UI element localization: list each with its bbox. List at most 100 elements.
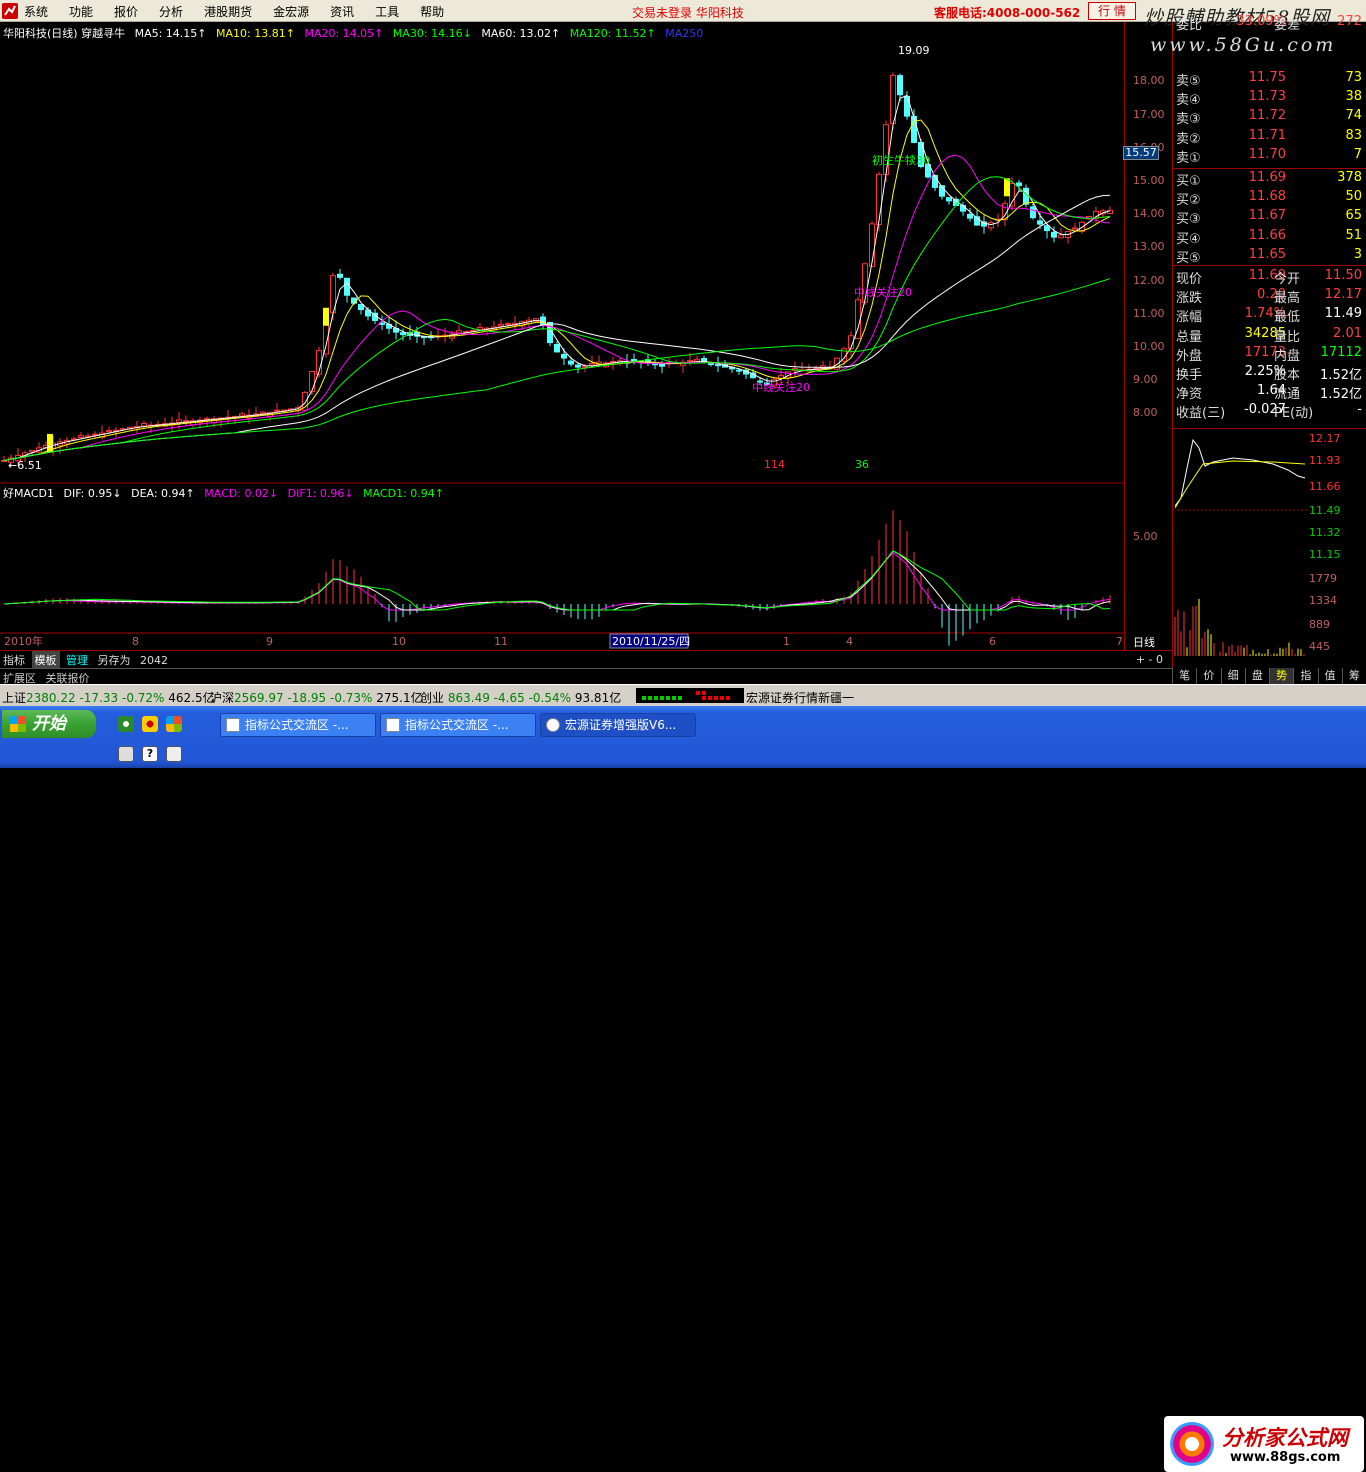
candle-body	[1058, 234, 1064, 239]
right-panel-tabs: 笔 价 细 盘 势 指 值 筹	[1172, 668, 1366, 684]
bid-row[interactable]: 买② 11.68 50	[1174, 189, 1366, 208]
ma10-label: MA10: 13.81↑	[216, 27, 295, 40]
index-amount: 275.1亿	[376, 691, 423, 705]
signal-label-3: 中线关注20	[752, 380, 810, 394]
row-value-2: 73	[1345, 70, 1362, 85]
zoom-controls[interactable]: + - 0	[1133, 652, 1166, 667]
menu-help[interactable]: 帮助	[420, 3, 444, 20]
candle-body	[239, 413, 245, 417]
quote-row[interactable]: 净资 1.64 流通 1.52亿	[1174, 383, 1366, 402]
row-label-2: 股本	[1274, 368, 1301, 383]
rtab-chips[interactable]: 筹	[1341, 668, 1366, 684]
tab-template[interactable]: 模板	[31, 651, 60, 669]
index-chinext[interactable]: 创业 863.49 -4.65 -0.54% 93.81亿	[420, 689, 621, 706]
quote-button[interactable]: 行 情	[1088, 2, 1136, 20]
menu-news[interactable]: 资讯	[330, 3, 354, 20]
quote-row[interactable]: 现价 11.69 今开 11.50	[1174, 268, 1366, 287]
taskbar-item-active[interactable]: 宏源证券增强版V6...	[540, 713, 696, 737]
menu-system[interactable]: 系统	[24, 3, 48, 20]
help-icon[interactable]: ?	[142, 746, 158, 762]
timeframe-label[interactable]: 日线	[1133, 634, 1155, 650]
quote-row[interactable]: 涨跌 0.20 最高 12.17	[1174, 287, 1366, 306]
kline-svg[interactable]: 19.09←6.51初生牛犊30中线关注20中线关注20114 362010年 8 9…	[0, 22, 1124, 650]
start-button[interactable]: 开始	[2, 710, 96, 738]
ask-row[interactable]: 卖① 11.70 7	[1174, 146, 1366, 166]
count-label-1: 114	[764, 458, 785, 471]
rtab-detail[interactable]: 细	[1220, 668, 1245, 684]
quote-row[interactable]: 涨幅 1.74% 最低 11.49	[1174, 306, 1366, 325]
bid-row[interactable]: 买④ 11.66 51	[1174, 228, 1366, 247]
quicklaunch-windows-icon[interactable]	[166, 716, 182, 732]
index-hushen[interactable]: 沪深2569.97 -18.95 -0.73% 275.1亿	[210, 689, 423, 706]
row-label-2: 委差	[1274, 18, 1301, 33]
kline-chart-area[interactable]: 19.09 ←6.51 初生牛犊30 中线关注20 中线关注20 114 36 2010年 8 9…	[0, 22, 1124, 650]
candle-body	[1107, 209, 1113, 215]
menu-analysis[interactable]: 分析	[159, 3, 183, 20]
menu-hk-futures[interactable]: 港股期货	[204, 3, 252, 20]
candle-body	[876, 173, 882, 225]
quicklaunch-keyboard-icon[interactable]	[118, 746, 134, 762]
ask-row[interactable]: 卖③ 11.72 74	[1174, 108, 1366, 127]
quicklaunch-settings-icon[interactable]	[166, 746, 182, 762]
index-value: 863.49	[447, 691, 490, 705]
row-value-2: 1.52亿	[1320, 368, 1362, 383]
taskbar-item[interactable]: 指标公式交流区 -...	[380, 713, 536, 737]
row-label: 买③	[1176, 212, 1201, 228]
rtab-index[interactable]: 指	[1293, 668, 1317, 684]
candle-body	[498, 323, 504, 327]
tab-code[interactable]: 2042	[137, 653, 171, 668]
bid-row[interactable]: 买① 11.69 378	[1174, 170, 1366, 189]
rtab-board[interactable]: 盘	[1244, 668, 1269, 684]
quote-row[interactable]: 换手 2.25% 股本 1.52亿	[1174, 364, 1366, 383]
ma20-label: MA20: 14.05↑	[304, 27, 384, 40]
quicklaunch-app-icon[interactable]	[142, 716, 158, 732]
rtab-price[interactable]: 价	[1196, 668, 1220, 684]
quote-row[interactable]: 收益(三) -0.027 PE(动) -	[1174, 402, 1366, 422]
taskbar-item[interactable]: 指标公式交流区 -...	[220, 713, 376, 737]
bid-row[interactable]: 买⑤ 11.65 3	[1174, 246, 1366, 266]
tab-save-as[interactable]: 另存为	[95, 651, 134, 669]
row-value-2: 83	[1345, 127, 1362, 143]
row-value-2: 50	[1345, 189, 1362, 205]
index-change: -18.95	[287, 691, 327, 705]
macd-header: 好MACD1 DIF: 0.95↓ DEA: 0.94↑ MACD: 0.02↓…	[3, 485, 450, 501]
menu-quote[interactable]: 报价	[114, 3, 138, 20]
intraday-chart[interactable]: 12.17 11.93 11.66 11.49 11.32 11.15 1779 1334 88…	[1173, 428, 1366, 668]
menu-jinhongyuan[interactable]: 金宏源	[273, 3, 309, 20]
candle-body	[141, 423, 147, 427]
candle-body	[1044, 225, 1050, 232]
row-label-2: 今开	[1274, 272, 1301, 287]
ask-row[interactable]: 卖② 11.71 83	[1174, 127, 1366, 147]
bid-row[interactable]: 买③ 11.67 65	[1174, 208, 1366, 228]
rtab-value[interactable]: 值	[1317, 668, 1342, 684]
ask-row[interactable]: 卖⑤ 11.75 73	[1174, 70, 1366, 89]
rtab-tick[interactable]: 笔	[1172, 668, 1196, 684]
candle-body	[1037, 220, 1043, 225]
tab-indicator[interactable]: 指标	[0, 651, 28, 669]
quote-row[interactable]: 总量 34285 量比 2.01	[1174, 326, 1366, 345]
tab-manage[interactable]: 管理	[63, 651, 91, 669]
ma30-label: MA30: 14.16↓	[392, 27, 472, 40]
menu-function[interactable]: 功能	[69, 3, 93, 20]
menu-tools[interactable]: 工具	[375, 3, 399, 20]
broker-message: 宏源证券行情新疆一	[746, 691, 855, 705]
quicklaunch-browser-icon[interactable]	[118, 716, 134, 732]
row-value-2: -	[1357, 402, 1362, 418]
row-value-2: 3	[1353, 246, 1362, 262]
ask-row[interactable]: 卖④ 11.73 38	[1174, 89, 1366, 108]
order-book-ratio[interactable]: 委比 33.09% 委差 272	[1174, 14, 1366, 33]
index-value: 2380.22	[26, 691, 76, 705]
rtab-trend[interactable]: 势	[1269, 668, 1294, 684]
time-tick: 10	[392, 635, 406, 648]
candle-body	[400, 332, 406, 336]
index-change: -17.33	[79, 691, 119, 705]
row-value-2: 7	[1353, 146, 1362, 162]
candle-body	[106, 430, 112, 433]
macd-macd: MACD: 0.02↓	[204, 487, 279, 500]
index-shanghai[interactable]: 上证2380.22 -17.33 -0.72% 462.5亿	[2, 689, 215, 706]
candle-body	[477, 326, 483, 330]
candle-body	[554, 343, 560, 353]
quote-row[interactable]: 外盘 17173 内盘 17112	[1174, 345, 1366, 364]
row-label-2: PE(动)	[1274, 406, 1314, 422]
macd-bars	[10, 510, 1111, 646]
